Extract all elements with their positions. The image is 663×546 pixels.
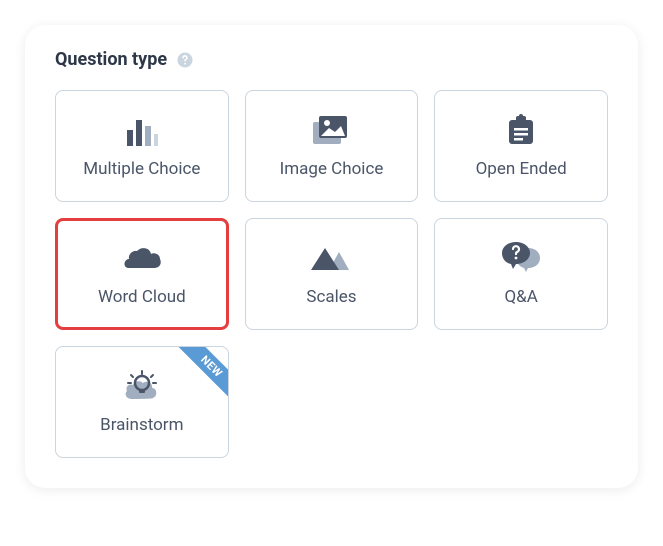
card-brainstorm[interactable]: NEW Brainstorm <box>55 346 229 458</box>
card-open-ended[interactable]: Open Ended <box>434 90 608 202</box>
card-label: Q&A <box>504 287 537 307</box>
cloud-icon <box>120 241 164 277</box>
card-qa[interactable]: Q&A <box>434 218 608 330</box>
panel-header: Question type <box>55 49 608 70</box>
question-type-panel: Question type Multiple Choice <box>25 25 638 488</box>
card-label: Word Cloud <box>98 287 186 307</box>
card-word-cloud[interactable]: Word Cloud <box>55 218 229 330</box>
help-icon[interactable] <box>175 50 195 70</box>
card-label: Multiple Choice <box>83 159 200 179</box>
card-image-choice[interactable]: Image Choice <box>245 90 419 202</box>
mountain-icon <box>309 241 353 277</box>
bar-chart-icon <box>120 113 164 149</box>
card-label: Open Ended <box>476 159 567 179</box>
image-icon <box>309 113 353 149</box>
panel-title: Question type <box>55 49 167 70</box>
card-label: Image Choice <box>280 159 384 179</box>
question-type-grid: Multiple Choice Image Choice <box>55 90 608 458</box>
new-badge: NEW <box>176 346 229 402</box>
card-scales[interactable]: Scales <box>245 218 419 330</box>
card-label: Scales <box>306 287 356 307</box>
lightbulb-icon <box>120 369 164 405</box>
card-label: Brainstorm <box>100 415 183 435</box>
card-multiple-choice[interactable]: Multiple Choice <box>55 90 229 202</box>
clipboard-icon <box>499 113 543 149</box>
question-bubble-icon <box>499 241 543 277</box>
